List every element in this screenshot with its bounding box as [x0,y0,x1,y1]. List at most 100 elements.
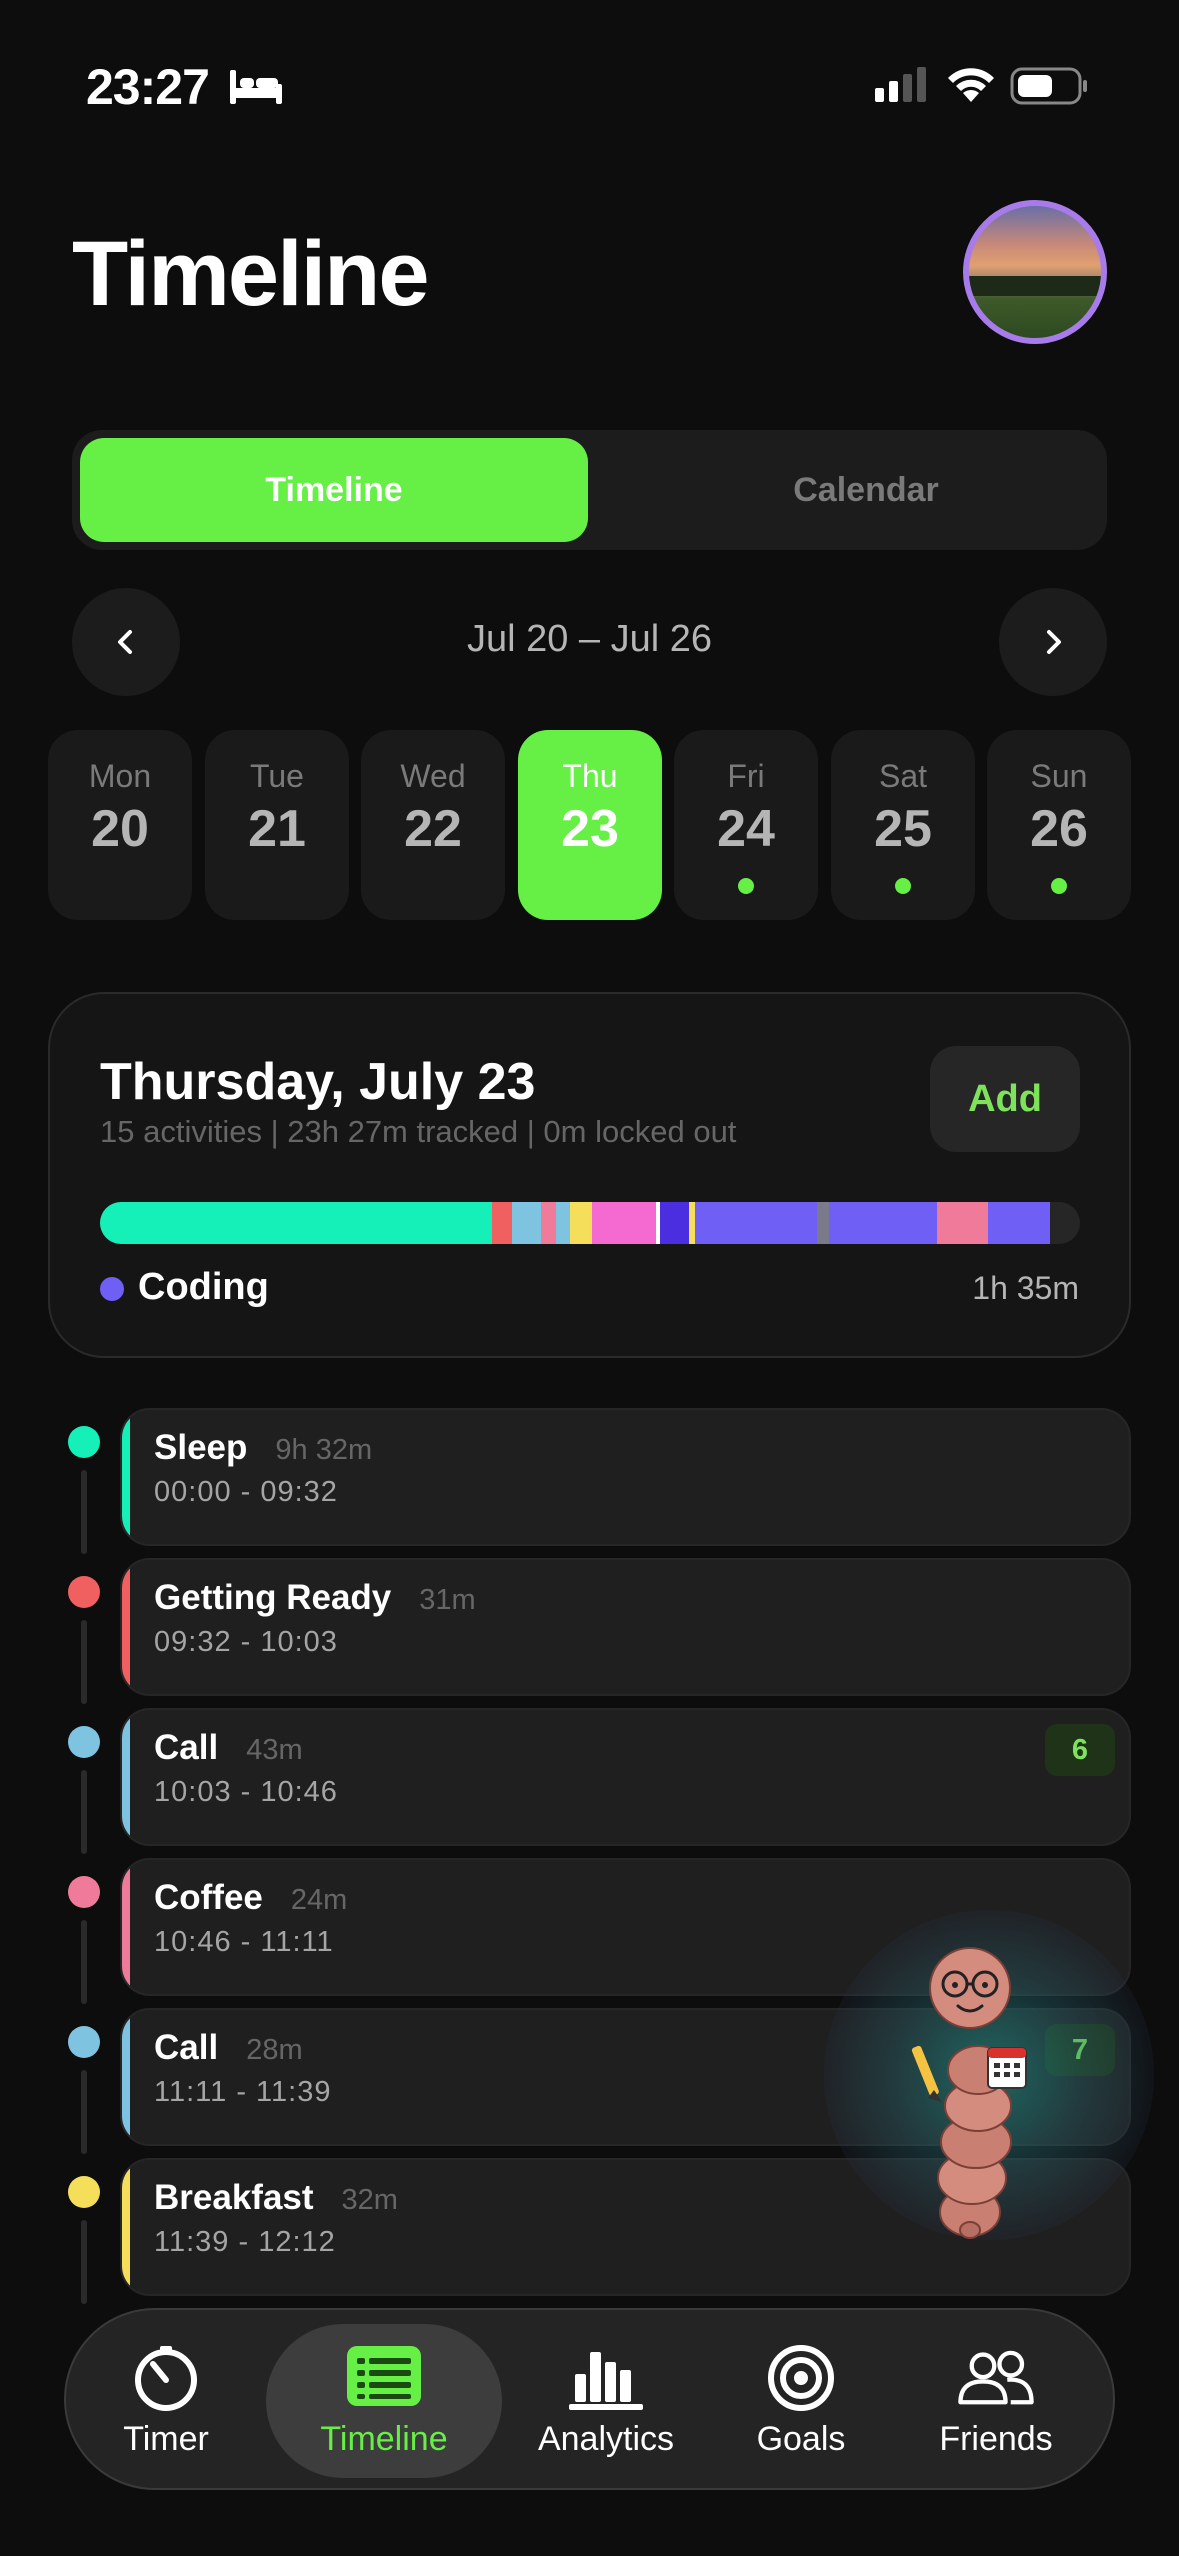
activity-dot [738,878,754,894]
timeline-connector [81,2070,87,2154]
activity-dot [68,2176,100,2208]
tab-label: Timeline [320,2419,448,2458]
activity-name-row: Getting Ready 31m [154,1578,476,1618]
activity-card[interactable]: Sleep 9h 32m 00:00 - 09:32 [120,1408,1131,1546]
tab-goals[interactable]: Goals [726,2324,876,2478]
timeline-segment [570,1202,592,1244]
activity-duration: 24m [290,1884,348,1916]
activity-name-row: Breakfast 32m [154,2178,398,2218]
legend-label: Coding [138,1266,269,1308]
activity-dot [68,1426,100,1458]
activity-dot [1051,878,1067,894]
day-number: 26 [1030,800,1088,858]
day-name: Thu [562,758,618,794]
activity-name-row: Call 43m [154,1728,303,1768]
tab-label: Goals [756,2419,846,2458]
timeline-segment [511,1202,541,1244]
day-number: 22 [404,800,462,858]
timeline-connector [81,1920,87,2004]
activity-name: Coffee [154,1878,263,1917]
legend-value: 1h 35m [972,1270,1079,1306]
next-week-button[interactable] [999,588,1107,696]
activity-accent [122,1860,130,1994]
day-number: 20 [91,800,149,858]
analytics-icon [569,2351,643,2410]
timeline-icon [347,2345,421,2406]
activity-name-row: Coffee 24m [154,1878,347,1918]
activity-dot [68,1876,100,1908]
timeline-segment [591,1202,656,1244]
avatar-photo [969,276,1101,296]
page-title: Timeline [72,223,430,325]
tab-friends[interactable]: Friends [906,2324,1086,2478]
activity-time-range: 11:11 - 11:39 [154,2076,332,2108]
segment-timeline[interactable]: Timeline [80,438,588,542]
activity-time-range: 11:39 - 12:12 [154,2226,336,2258]
tab-label: Analytics [537,2419,675,2458]
activity-item[interactable]: Sleep 9h 32m 00:00 - 09:32 [48,1408,1131,1554]
timeline-segment [492,1202,512,1244]
segment-calendar[interactable]: Calendar [662,438,1070,542]
status-bar: 23:27 [0,0,1179,170]
tab-timeline[interactable]: Timeline [266,2324,502,2478]
day-name: Wed [400,758,466,794]
timeline-segment [829,1202,937,1244]
worm-mascot-icon[interactable] [880,1930,1080,2250]
activity-name-row: Sleep 9h 32m [154,1428,372,1468]
day-tue[interactable]: Tue 21 [205,730,349,920]
tab-analytics[interactable]: Analytics [516,2324,696,2478]
activity-count-badge: 6 [1045,1724,1115,1776]
activity-accent [122,1560,130,1694]
day-summary-card: Thursday, July 23 15 activities | 23h 27… [48,992,1131,1358]
day-sat[interactable]: Sat 25 [831,730,975,920]
activity-duration: 43m [246,1734,303,1766]
timeline-connector [81,1770,87,1854]
status-time: 23:27 [86,59,210,115]
battery-icon [1010,67,1087,105]
day-name: Mon [88,758,152,794]
activity-duration: 9h 32m [275,1434,373,1466]
activity-dot [68,2026,100,2058]
day-name: Tue [250,758,304,794]
add-activity-button[interactable]: Add [930,1046,1080,1152]
activity-accent [122,1710,130,1844]
timer-icon [135,2345,197,2411]
activity-dot [895,878,911,894]
day-wed[interactable]: Wed 22 [361,730,505,920]
day-sun[interactable]: Sun 26 [987,730,1131,920]
day-selector: Mon 20 Tue 21 Wed 22 Thu 23 Fri 24 Sat 2… [48,730,1131,920]
activity-name: Getting Ready [154,1578,392,1617]
summary-stats: 15 activities | 23h 27m tracked | 0m loc… [100,1114,737,1149]
activity-duration: 32m [341,2184,398,2216]
day-name: Sun [1030,758,1088,794]
activity-accent [122,2010,130,2144]
goals-icon [768,2344,834,2411]
day-mon[interactable]: Mon 20 [48,730,192,920]
activity-item[interactable]: Call 43m 10:03 - 10:46 6 [48,1708,1131,1854]
activity-name: Breakfast [154,2178,314,2217]
legend-color-dot [100,1277,124,1301]
timeline-segment [694,1202,818,1244]
activity-duration: 28m [246,2034,303,2066]
activity-duration: 31m [419,1584,476,1616]
tab-timer[interactable]: Timer [86,2324,246,2478]
activity-item[interactable]: Getting Ready 31m 09:32 - 10:03 [48,1558,1131,1704]
day-thu[interactable]: Thu 23 [518,730,662,920]
day-timeline-bar[interactable] [100,1202,1080,1244]
timeline-connector [81,1470,87,1554]
activity-card[interactable]: Getting Ready 31m 09:32 - 10:03 [120,1558,1131,1696]
activity-card[interactable]: Call 43m 10:03 - 10:46 6 [120,1708,1131,1846]
day-name: Sat [878,758,928,794]
day-name: Fri [727,758,765,794]
profile-avatar[interactable] [963,200,1107,344]
chevron-right-icon [1047,630,1061,654]
bottom-tab-bar: Timer Timeline Analytics Goals Friends [64,2308,1115,2490]
activity-accent [122,1410,130,1544]
cellular-signal-icon [875,67,926,102]
day-fri[interactable]: Fri 24 [674,730,818,920]
bed-icon [230,70,282,104]
activity-name: Call [154,1728,219,1767]
activity-name-row: Call 28m [154,2028,303,2068]
day-number: 24 [717,800,775,858]
timeline-segment [659,1202,689,1244]
